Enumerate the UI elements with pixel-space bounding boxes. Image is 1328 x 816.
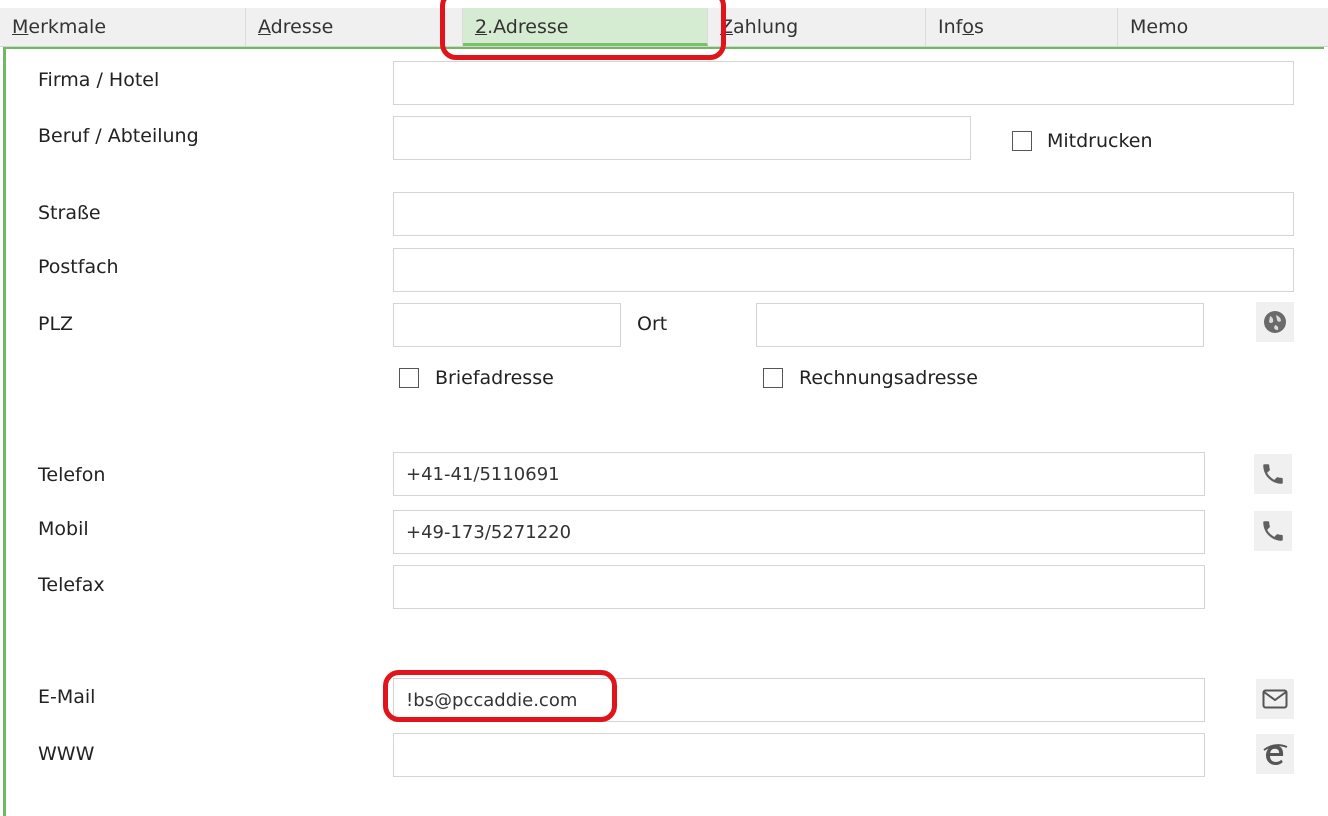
tab-infos[interactable]: Infos [926,8,1118,46]
telefax-input[interactable] [393,565,1205,609]
www-label: WWW [38,743,95,765]
telefon-input[interactable] [393,452,1205,496]
browser-e-icon[interactable] [1256,734,1294,774]
mitdrucken-label: Mitdrucken [1047,130,1153,152]
tab-2-adresse[interactable]: 2.Adresse [463,8,708,46]
postfach-input[interactable] [393,248,1294,292]
globe-icon[interactable] [1256,302,1294,342]
telefax-label: Telefax [38,574,105,596]
beruf-label: Beruf / Abteilung [38,125,199,147]
tab-bar: Merkmale Adresse 2.Adresse Zahlung Infos… [0,8,1328,47]
firma-input[interactable] [393,61,1294,105]
beruf-input[interactable] [393,116,971,160]
mobil-input[interactable] [393,510,1205,554]
mitdrucken-checkbox[interactable] [1012,131,1032,151]
firma-label: Firma / Hotel [38,69,160,91]
plz-label: PLZ [38,313,74,335]
tab-adresse[interactable]: Adresse [246,8,463,46]
telefon-label: Telefon [38,464,106,486]
tab-merkmale[interactable]: Merkmale [0,8,246,46]
email-label: E-Mail [38,686,96,708]
briefadresse-checkbox[interactable] [399,368,419,388]
ort-label: Ort [637,313,668,335]
tab-zahlung[interactable]: Zahlung [708,8,926,46]
postfach-label: Postfach [38,256,119,278]
email-input[interactable] [393,678,1205,722]
plz-input[interactable] [393,303,621,347]
www-input[interactable] [393,733,1205,777]
briefadresse-label: Briefadresse [435,367,554,389]
strasse-input[interactable] [393,192,1294,236]
phone-icon[interactable] [1254,511,1292,551]
phone-icon[interactable] [1254,454,1292,494]
tab-memo[interactable]: Memo [1118,8,1328,46]
rechnungsadresse-checkbox[interactable] [763,368,783,388]
strasse-label: Straße [38,202,101,224]
mobil-label: Mobil [38,518,89,540]
envelope-icon[interactable] [1256,679,1294,719]
ort-input[interactable] [756,303,1204,347]
rechnungsadresse-label: Rechnungsadresse [799,367,978,389]
